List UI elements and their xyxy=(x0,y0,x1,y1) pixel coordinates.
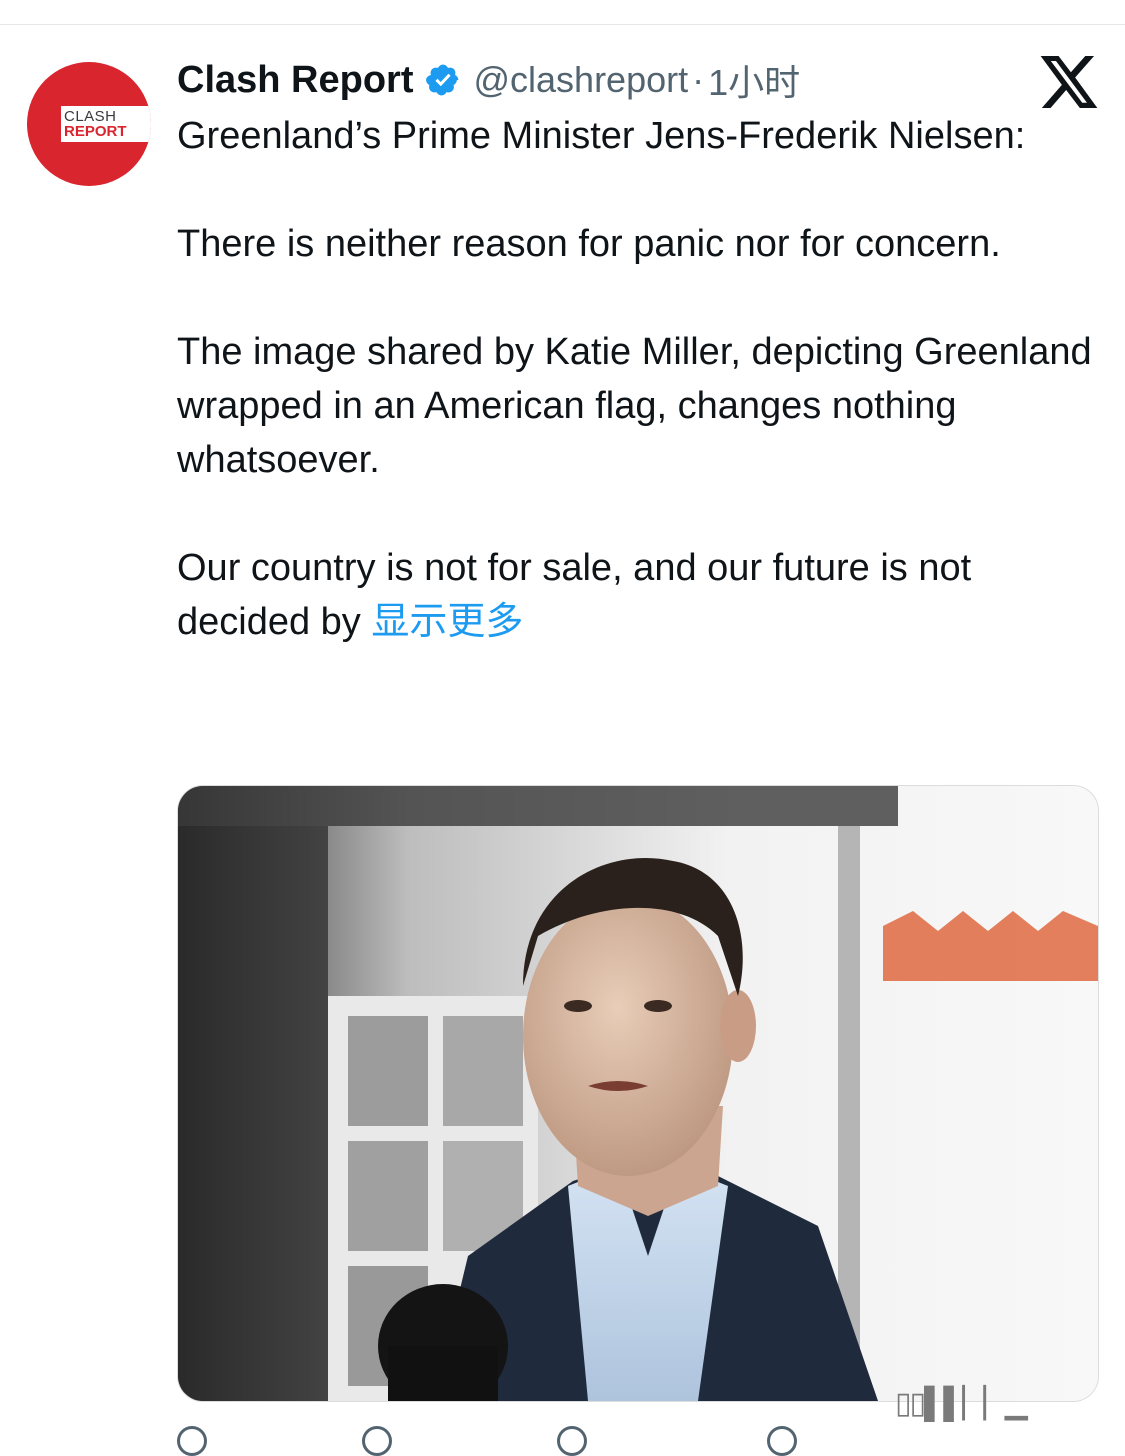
tweet-paragraph-last: Our country is not for sale, and our fut… xyxy=(177,541,1107,649)
tweet-photo[interactable] xyxy=(177,785,1099,1402)
tweet-paragraph: Greenland’s Prime Minister Jens-Frederik… xyxy=(177,115,1026,157)
repost-icon xyxy=(362,1426,392,1456)
show-more-link[interactable]: 显示更多 xyxy=(371,601,523,643)
author-name[interactable]: Clash Report xyxy=(177,59,413,102)
avatar-logo-text-report: REPORT xyxy=(64,123,127,140)
header-separator: · xyxy=(692,59,705,100)
tweet-paragraph: There is neither reason for panic nor fo… xyxy=(177,223,1001,265)
x-logo-icon xyxy=(1040,56,1098,108)
views-icon xyxy=(767,1426,797,1456)
post-time[interactable]: 1小时 xyxy=(708,54,800,106)
repost-button[interactable] xyxy=(362,1426,392,1456)
author-handle[interactable]: @clashreport xyxy=(473,59,688,101)
tweet-paragraph: The image shared by Katie Miller, depict… xyxy=(177,331,1092,481)
watermark-mark: ▯▯▌▌▏▏▁ xyxy=(895,1387,1028,1420)
tweet-header: Clash Report @clashreport · 1小时 xyxy=(177,56,800,104)
heart-icon xyxy=(557,1426,587,1456)
tweet-text: Greenland’s Prime Minister Jens-Frederik… xyxy=(177,109,1107,649)
tweet-paragraph-text: Our country is not for sale, and our fut… xyxy=(177,547,972,643)
avatar-logo-text-clash: CLASH xyxy=(64,108,117,125)
views-button[interactable] xyxy=(767,1426,797,1456)
avatar[interactable]: CLASH REPORT xyxy=(27,62,151,186)
like-button[interactable] xyxy=(557,1426,587,1456)
action-bar xyxy=(177,1426,1107,1456)
reply-icon xyxy=(177,1426,207,1456)
verified-badge-icon xyxy=(426,64,459,96)
photo-illustration xyxy=(178,786,1098,1401)
top-divider xyxy=(0,24,1125,25)
reply-button[interactable] xyxy=(177,1426,207,1456)
